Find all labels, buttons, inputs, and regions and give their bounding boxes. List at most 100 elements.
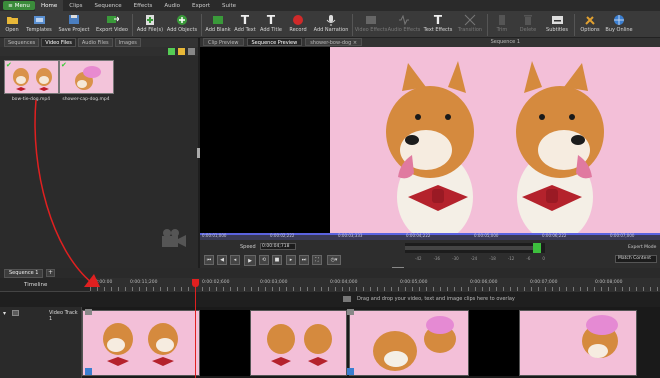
folder-icon[interactable] bbox=[178, 48, 185, 55]
clip-effects-icon[interactable] bbox=[347, 309, 354, 315]
playhead-line[interactable] bbox=[195, 280, 196, 378]
tab-export[interactable]: Export bbox=[186, 0, 216, 11]
dog-thumbnail-icon bbox=[60, 61, 113, 93]
toolbar-divider bbox=[352, 14, 353, 36]
export-video-button[interactable]: Export Video bbox=[94, 11, 130, 38]
preview-letterbox bbox=[200, 47, 330, 233]
add-blank-button[interactable]: Add Blank bbox=[204, 11, 232, 38]
timeline-tabs: Sequence 1 + bbox=[0, 268, 660, 278]
tab-audio-files[interactable]: Audio Files bbox=[77, 38, 113, 47]
speed-field[interactable]: 0:00:04;718 bbox=[260, 243, 296, 250]
tab-home[interactable]: Home bbox=[35, 0, 64, 11]
tab-audio[interactable]: Audio bbox=[158, 0, 186, 11]
next-frame-button[interactable]: ▸ bbox=[286, 255, 296, 265]
text-effects-button[interactable]: T Text Effects bbox=[421, 11, 455, 38]
open-button[interactable]: Open bbox=[0, 11, 24, 38]
vu-scale: -42 -36 -30 -24 -18 -12 -6 0 bbox=[415, 256, 545, 261]
delete-button[interactable]: Delete bbox=[514, 11, 542, 38]
timeline-ruler[interactable]: 0:00:00 0:00:11;200 0:00:02;600 0:00:03;… bbox=[90, 278, 660, 292]
skip-start-button[interactable]: ⏮ bbox=[204, 255, 214, 265]
tab-suite[interactable]: Suite bbox=[216, 0, 242, 11]
trim-icon bbox=[495, 13, 509, 26]
folder-open-icon bbox=[5, 13, 19, 26]
timeline-clip-shower-cap-dog[interactable] bbox=[349, 310, 469, 376]
shower-cap-dog-clip-thumbnail bbox=[350, 311, 468, 375]
skip-end-icon: ⏭ bbox=[301, 257, 307, 263]
timeline-clip-bow-tie-dog-2[interactable] bbox=[250, 310, 347, 376]
play-button[interactable]: ▶ bbox=[244, 255, 256, 266]
timeline-clip-shower-cap-dog-2[interactable] bbox=[519, 310, 637, 376]
checkmark-icon: ✔ bbox=[6, 61, 12, 69]
stop-button[interactable]: ■ bbox=[272, 255, 282, 265]
grid-view-icon[interactable] bbox=[168, 48, 175, 55]
panel-splitter[interactable] bbox=[197, 148, 200, 158]
mirrored-dog-clip-thumbnail bbox=[83, 311, 199, 375]
speed-dial-icon: ◷▾ bbox=[330, 257, 338, 263]
loop-icon: ⟲ bbox=[261, 257, 267, 263]
skip-end-button[interactable]: ⏭ bbox=[299, 255, 309, 265]
add-objects-icon bbox=[175, 13, 189, 26]
close-icon[interactable]: × bbox=[353, 40, 357, 46]
loop-button[interactable]: ⟲ bbox=[259, 255, 269, 265]
add-objects-button[interactable]: Add Objects bbox=[165, 11, 199, 38]
trim-button[interactable]: Trim bbox=[490, 11, 514, 38]
tab-images[interactable]: Images bbox=[114, 38, 141, 47]
tab-shower-bow-dog[interactable]: shower-bow-dog × bbox=[305, 38, 363, 46]
menu-button[interactable]: ≡ Menu bbox=[3, 1, 35, 10]
tab-clips[interactable]: Clips bbox=[63, 0, 88, 11]
clip-effects-icon[interactable] bbox=[85, 309, 92, 315]
save-project-button[interactable]: Save Project bbox=[54, 11, 94, 38]
options-button[interactable]: Options bbox=[577, 11, 603, 38]
fullscreen-button[interactable]: ⛶ bbox=[312, 255, 322, 265]
playhead-handle[interactable] bbox=[192, 279, 199, 287]
tab-video-files[interactable]: Video Files bbox=[41, 38, 76, 47]
tab-sequence-1[interactable]: Sequence 1 bbox=[4, 269, 44, 278]
file-thumbnail-bow-tie-dog[interactable]: ✔ bbox=[4, 60, 59, 94]
collapse-arrow-icon[interactable]: ▾ bbox=[3, 310, 6, 317]
checkmark-icon: ✔ bbox=[61, 61, 67, 69]
prev-frame-button[interactable]: ◂ bbox=[230, 255, 240, 265]
tab-sequences[interactable]: Sequences bbox=[4, 38, 40, 47]
next-frame-icon: ▸ bbox=[289, 257, 293, 263]
tab-effects[interactable]: Effects bbox=[128, 0, 159, 11]
clip-link-icon[interactable] bbox=[85, 368, 92, 375]
add-files-button[interactable]: Add File(s) bbox=[135, 11, 165, 38]
record-button[interactable]: Record bbox=[284, 11, 312, 38]
audio-effects-button[interactable]: Audio Effects bbox=[387, 11, 421, 38]
prev-frame-icon: ◂ bbox=[233, 257, 237, 263]
toolbar-divider bbox=[574, 14, 575, 36]
expert-mode-label[interactable]: Expert Mode bbox=[628, 245, 656, 250]
add-text-button[interactable]: T Add Text bbox=[232, 11, 258, 38]
track-visibility-icon[interactable] bbox=[12, 310, 19, 316]
tab-sequence[interactable]: Sequence bbox=[89, 0, 128, 11]
video-camera-icon bbox=[162, 229, 186, 247]
timeline-gap bbox=[200, 310, 250, 376]
tab-sequence-preview[interactable]: Sequence Preview bbox=[246, 38, 303, 46]
step-back-button[interactable]: ◀ bbox=[217, 255, 227, 265]
clip-link-icon[interactable] bbox=[347, 368, 354, 375]
subtitles-icon bbox=[550, 13, 564, 26]
buy-online-button[interactable]: Buy Online bbox=[603, 11, 635, 38]
templates-button[interactable]: Templates bbox=[24, 11, 54, 38]
speed-menu-button[interactable]: ◷▾ bbox=[327, 255, 341, 265]
list-view-icon[interactable] bbox=[188, 48, 195, 55]
overlay-track[interactable]: Drag and drop your video, text and image… bbox=[0, 292, 660, 307]
subtitles-button[interactable]: Subtitles bbox=[542, 11, 572, 38]
file-thumbnail-shower-cap-dog[interactable]: ✔ bbox=[59, 60, 114, 94]
skip-start-icon: ⏮ bbox=[206, 257, 212, 263]
mirrored-dog-image bbox=[330, 47, 660, 233]
record-icon bbox=[291, 13, 305, 26]
overlay-hint: Drag and drop your video, text and image… bbox=[357, 296, 515, 302]
timeline-clip-bow-tie-dog[interactable] bbox=[82, 310, 200, 376]
match-content-select[interactable]: Match Content bbox=[615, 255, 657, 263]
timeline-label: Timeline bbox=[24, 282, 48, 288]
tab-clip-preview[interactable]: Clip Preview bbox=[203, 38, 244, 46]
transition-button[interactable]: Transition bbox=[455, 11, 485, 38]
add-title-button[interactable]: T Add Title bbox=[258, 11, 284, 38]
preview-ruler[interactable]: 0:00:01;000 0:00:02;222 0:00:03;333 0:00… bbox=[200, 233, 660, 240]
add-sequence-button[interactable]: + bbox=[46, 269, 55, 277]
play-icon: ▶ bbox=[248, 257, 252, 264]
add-narration-button[interactable]: Add Narration bbox=[312, 11, 350, 38]
video-effects-button[interactable]: Video Effects bbox=[355, 11, 387, 38]
options-icon bbox=[583, 13, 597, 26]
